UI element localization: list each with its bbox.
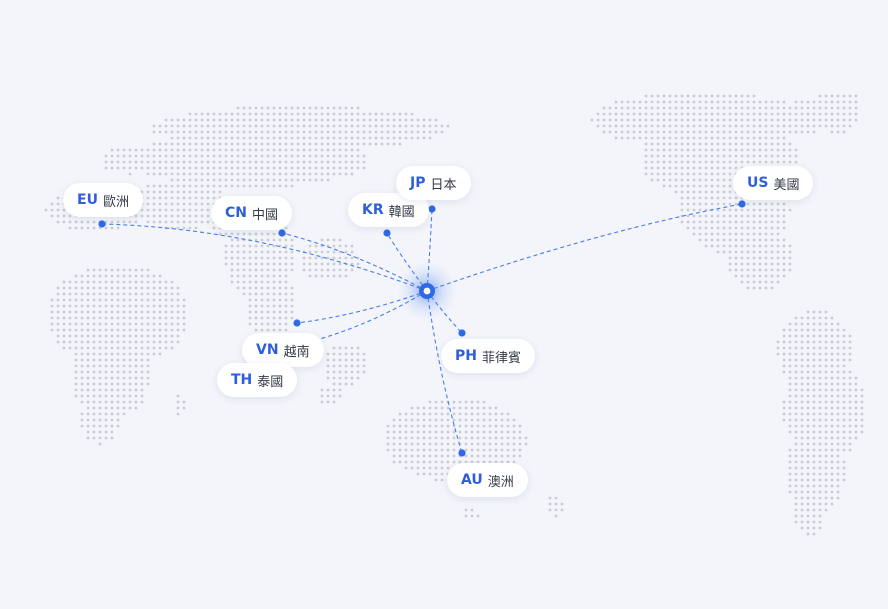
country-code: US	[747, 175, 769, 191]
route-line-eu	[101, 223, 428, 292]
country-name: 菲律賓	[481, 350, 521, 366]
country-code: CN	[225, 205, 247, 221]
country-code: AU	[461, 472, 483, 488]
country-code: PH	[455, 348, 477, 364]
destination-label-eu[interactable]: EU 歐洲	[63, 183, 143, 217]
country-name: 澳洲	[487, 474, 514, 490]
world-map: EU 歐洲 CN 中國 KR 韓國 JP 日本 US 美國 VN 越南 TH 泰…	[0, 0, 888, 609]
country-name: 中國	[252, 207, 279, 223]
destination-label-us[interactable]: US 美國	[733, 166, 814, 200]
destination-label-jp[interactable]: JP 日本	[396, 166, 471, 200]
route-lines	[98, 200, 746, 457]
destination-label-vn[interactable]: VN 越南	[242, 333, 324, 367]
destination-label-cn[interactable]: CN 中國	[211, 196, 293, 230]
country-name: 韓國	[388, 204, 415, 220]
destination-label-ph[interactable]: PH 菲律賓	[441, 339, 535, 373]
country-name: 歐洲	[102, 194, 129, 210]
destination-point-kr[interactable]	[383, 229, 391, 237]
destination-point-jp[interactable]	[428, 205, 436, 213]
destination-point-au[interactable]	[458, 449, 466, 457]
destination-point-eu[interactable]	[98, 220, 106, 228]
country-code: VN	[256, 342, 279, 358]
hub-center	[423, 287, 431, 295]
country-code: EU	[77, 192, 98, 208]
country-code: KR	[362, 202, 384, 218]
country-name: 美國	[773, 177, 800, 193]
country-name: 泰國	[257, 374, 284, 390]
country-name: 日本	[430, 177, 457, 193]
country-code: JP	[410, 175, 426, 191]
country-code: TH	[231, 372, 253, 388]
route-line-us	[426, 203, 743, 292]
destination-point-vn[interactable]	[293, 319, 301, 327]
destination-label-th[interactable]: TH 泰國	[217, 363, 298, 397]
destination-point-cn[interactable]	[278, 229, 286, 237]
country-name: 越南	[283, 344, 310, 360]
destination-label-au[interactable]: AU 澳洲	[447, 463, 528, 497]
destination-point-ph[interactable]	[458, 329, 466, 337]
destination-point-us[interactable]	[738, 200, 746, 208]
